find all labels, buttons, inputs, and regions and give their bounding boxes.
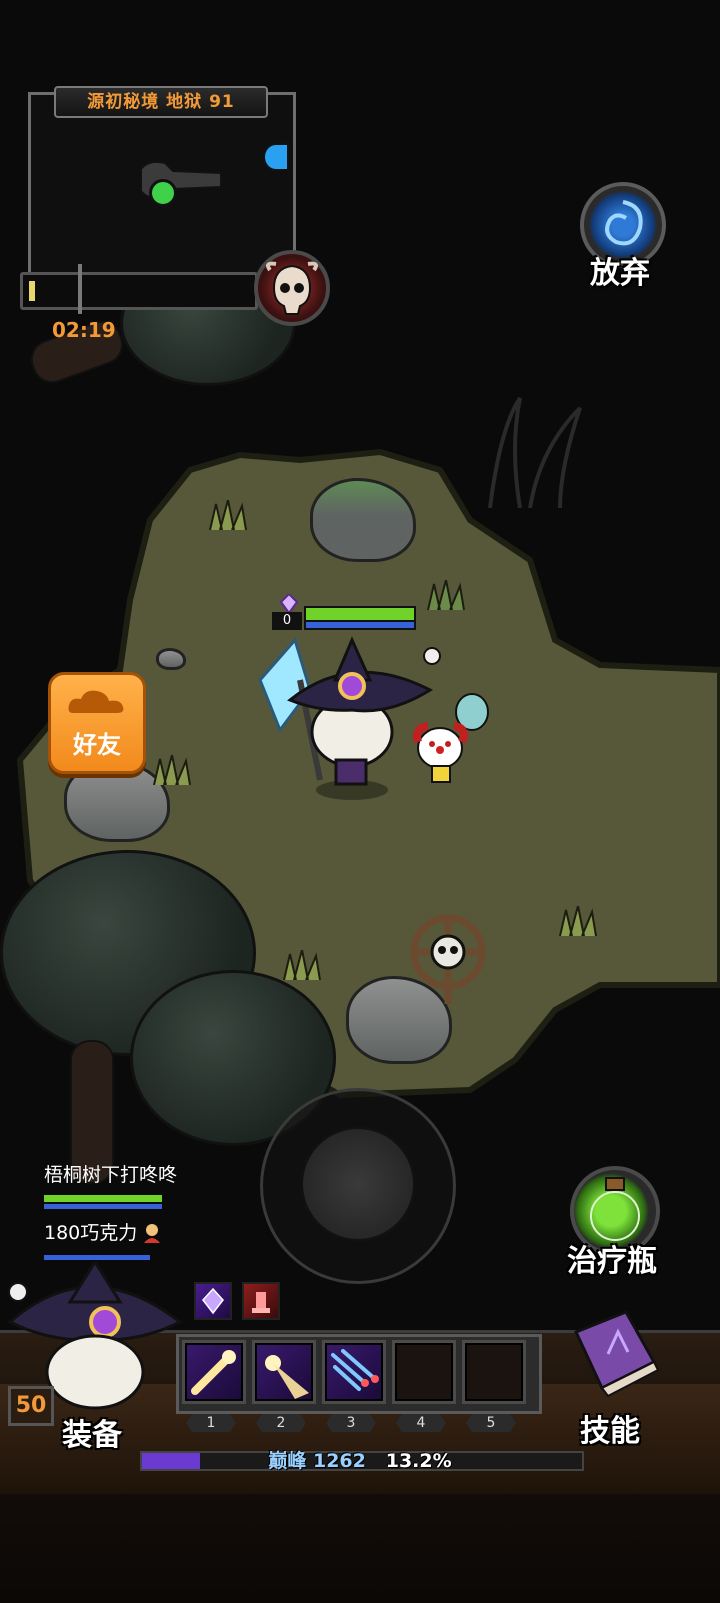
spellbook-icon[interactable]: [556, 1302, 666, 1402]
slot-number: 4: [396, 1414, 446, 1432]
stage-progress-bar: [20, 272, 258, 310]
skills-button[interactable]: 技能: [580, 1406, 640, 1450]
player-marker-icon: [149, 179, 177, 207]
xp-label: 巅峰: [268, 1450, 307, 1472]
portal-marker-icon: [263, 143, 289, 171]
clown-pet: [413, 693, 489, 783]
minimap-room: [140, 160, 222, 200]
crystal-buff-icon[interactable]: [194, 1282, 232, 1320]
cloud-icon: [68, 690, 124, 713]
dark-reeds: [488, 396, 582, 508]
character-level-badge: 50: [8, 1386, 54, 1426]
party-member: 梧桐树下打咚咚: [44, 1160, 244, 1209]
slot-number: 1: [186, 1414, 236, 1432]
player-health-bar: 0: [272, 594, 416, 630]
comet-skill-icon: [191, 1350, 236, 1395]
avatar-icon: [144, 1223, 161, 1243]
skill-slot-1[interactable]: [182, 1340, 246, 1404]
slot-number: 5: [466, 1414, 516, 1432]
player-mp-fill: [304, 620, 416, 630]
xp-level: 1262: [312, 1450, 366, 1472]
boss-skull-icon[interactable]: [254, 250, 330, 326]
abandon-label[interactable]: 放弃: [580, 248, 660, 292]
xp-percent: 13.2%: [385, 1450, 452, 1472]
xp-text: 巅峰 1262 13.2%: [140, 1446, 580, 1473]
skill-slot-3[interactable]: [322, 1340, 386, 1404]
pillar-buff-icon[interactable]: [242, 1282, 280, 1320]
friends-button[interactable]: 好友: [48, 672, 146, 774]
party-member-mp: [44, 1204, 162, 1209]
party-member-name: 梧桐树下打咚咚: [44, 1164, 178, 1186]
stage-timer: 02:19: [52, 318, 116, 342]
minimap[interactable]: [28, 92, 296, 284]
light-beam-skill-icon: [265, 1355, 309, 1399]
grass-tuft: [283, 950, 321, 980]
skill-slot-4[interactable]: [392, 1340, 456, 1404]
crystal-icon: [280, 594, 298, 614]
grass-tuft: [153, 755, 191, 785]
friends-label: 好友: [73, 731, 121, 759]
party-member-name: 180巧克力: [44, 1222, 138, 1244]
progress-marker: [78, 264, 82, 314]
party-member-mp: [44, 1255, 150, 1260]
equip-button[interactable]: 装备: [62, 1410, 122, 1454]
slot-number: 3: [326, 1414, 376, 1432]
skill-slot-2[interactable]: [252, 1340, 316, 1404]
joystick-knob[interactable]: [300, 1126, 416, 1242]
skull-wheel-sign: [410, 914, 486, 1004]
skill-slot-5[interactable]: [462, 1340, 526, 1404]
grass-tuft: [559, 906, 597, 936]
stage-progress-fill: [29, 281, 35, 301]
meteor-rain-skill-icon: [331, 1349, 379, 1391]
party-member: 180巧克力: [44, 1218, 244, 1260]
grass-tuft: [427, 580, 465, 610]
grass-tuft: [209, 500, 247, 530]
player-level-tag: 0: [272, 612, 302, 630]
party-member-hp: [44, 1195, 162, 1202]
pebble: [156, 648, 186, 670]
minimap-title: 源初秘境 地狱 91: [54, 86, 268, 118]
potion-label[interactable]: 治疗瓶: [556, 1236, 668, 1280]
slot-number: 2: [256, 1414, 306, 1432]
